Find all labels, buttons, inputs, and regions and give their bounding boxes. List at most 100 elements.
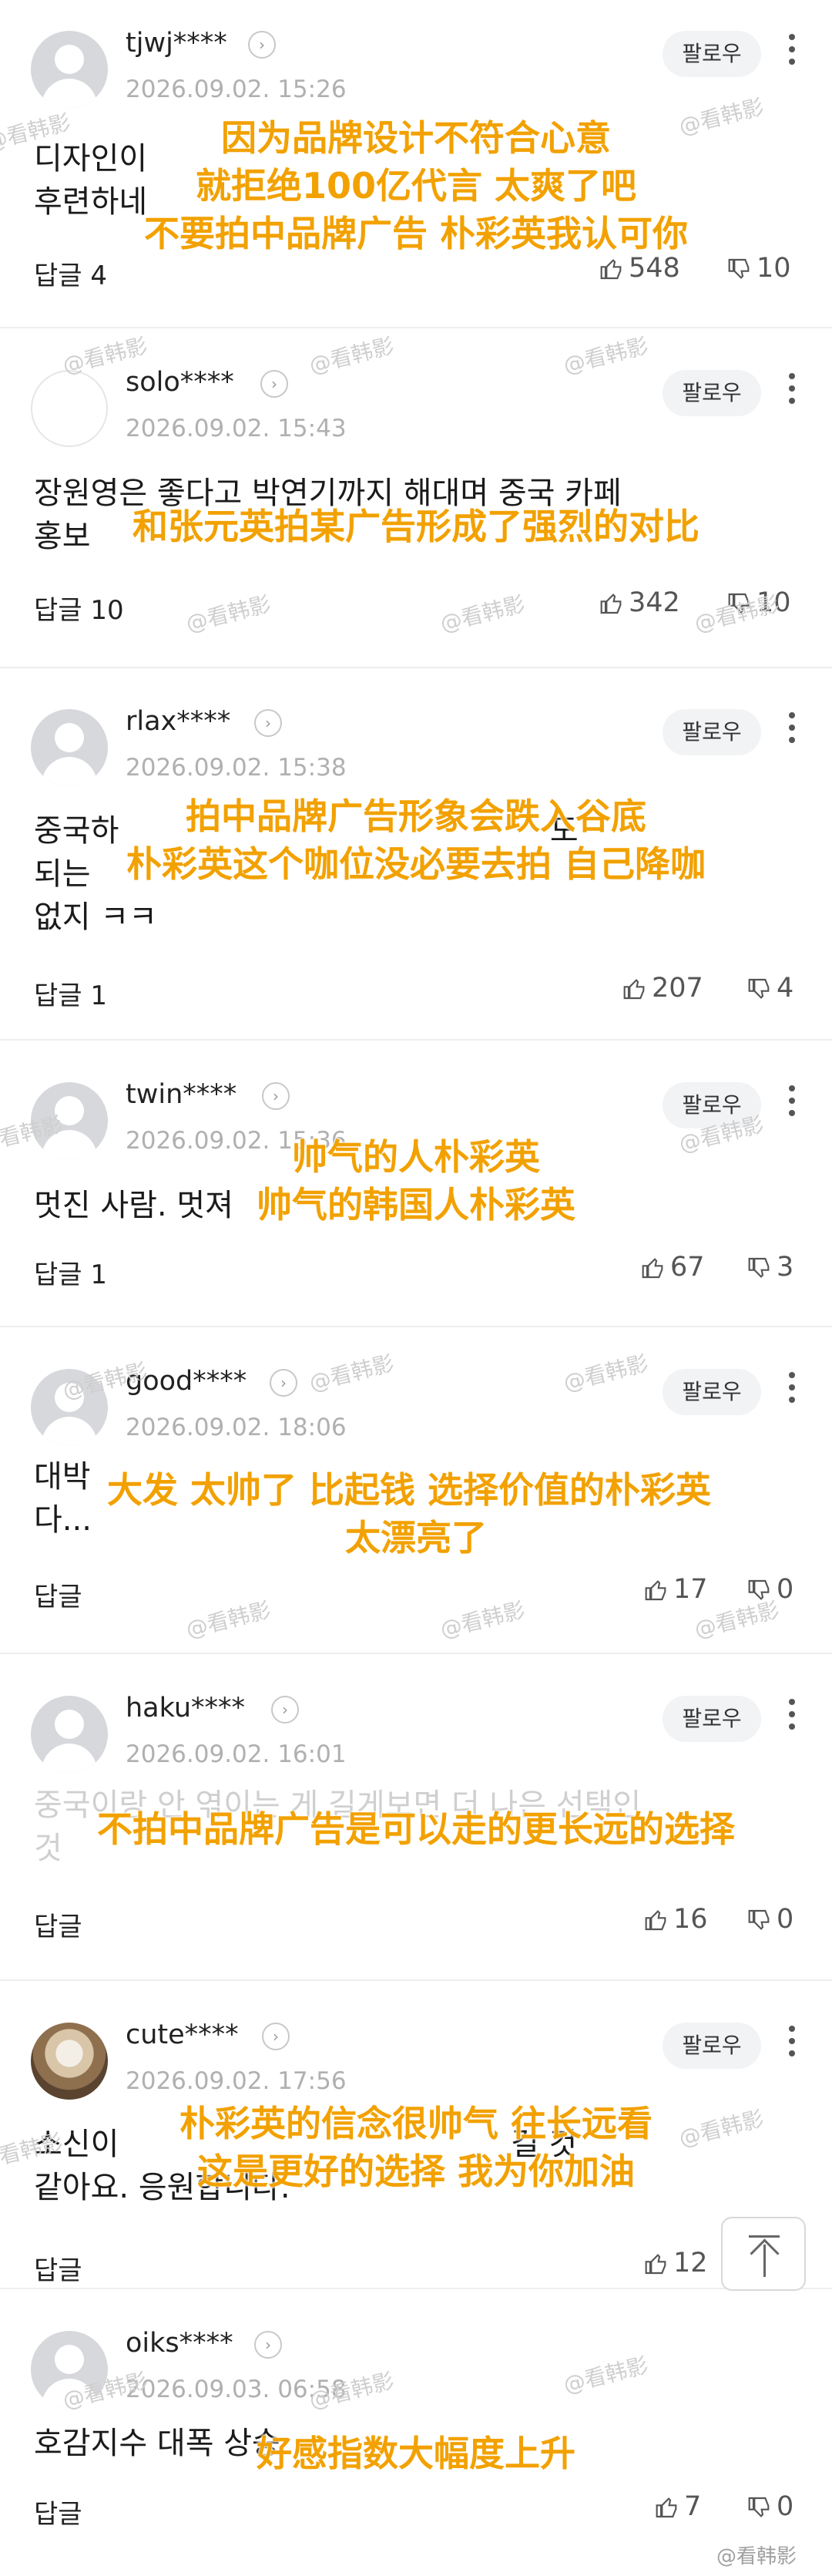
divider [0, 1979, 832, 1981]
like-count: 548 [629, 253, 680, 284]
footer-watermark: @看韩影 [716, 2545, 797, 2568]
avatar[interactable] [31, 370, 108, 447]
divider [0, 2288, 832, 2289]
like-count: 16 [673, 1904, 708, 1935]
divider [0, 1653, 832, 1654]
dislike-button[interactable]: 0 [747, 2490, 793, 2524]
reply-button[interactable]: 답글 [34, 2249, 82, 2287]
timestamp: 2026.09.02. 16:01 [126, 1740, 347, 1768]
thumbs-down-icon [728, 258, 750, 279]
dislike-count: 0 [777, 1904, 794, 1935]
thumbs-up-icon [645, 2254, 666, 2275]
comment-item: tjwj**** › 2026.09.02. 15:26 팔로우 디자인이 후련… [0, 0, 832, 327]
dislike-button[interactable]: 4 [747, 971, 793, 1005]
more-options-icon[interactable] [786, 368, 798, 415]
reply-button[interactable]: 답글 4 [34, 254, 107, 292]
like-count: 342 [629, 587, 680, 618]
follow-button[interactable]: 팔로우 [663, 31, 761, 77]
chevron-right-icon[interactable]: › [271, 1696, 299, 1723]
reply-button[interactable]: 답글 [34, 1905, 82, 1943]
divider [0, 667, 832, 668]
timestamp: 2026.09.02. 18:06 [126, 1414, 347, 1441]
dislike-count: 0 [777, 2491, 794, 2522]
comment-item: rlax**** › 2026.09.02. 15:38 팔로우 중국하 도 되… [0, 678, 832, 1039]
username[interactable]: oiks**** [126, 2328, 233, 2359]
username[interactable]: solo**** [126, 367, 234, 398]
like-button[interactable]: 7 [655, 2490, 701, 2524]
timestamp: 2026.09.02. 15:43 [126, 415, 347, 442]
thumbs-down-icon [748, 1257, 770, 1278]
thumbs-up-icon [600, 259, 622, 280]
scroll-to-top-button[interactable] [721, 2217, 806, 2291]
thumbs-up-icon [656, 2497, 677, 2518]
username[interactable]: haku**** [126, 1693, 245, 1723]
dislike-button[interactable]: 0 [747, 1902, 793, 1936]
like-count: 12 [673, 2248, 708, 2278]
dislike-count: 0 [777, 1574, 794, 1605]
subtitle-overlay: 大发 太帅了 比起钱 选择价值的朴彩英 太漂亮了 [106, 1469, 712, 1559]
divider [0, 1039, 832, 1041]
reply-button[interactable]: 답글 1 [34, 974, 107, 1012]
avatar[interactable] [31, 709, 108, 786]
reply-button[interactable]: 답글 1 [34, 1253, 107, 1291]
chevron-right-icon[interactable]: › [262, 1082, 290, 1110]
subtitle-overlay: 和张元英拍某广告形成了强烈的对比 [133, 506, 699, 547]
subtitle-overlay: 拍中品牌广告形象会跌入谷底 朴彩英这个咖位没必要去拍 自己降咖 [126, 795, 706, 885]
like-count: 207 [652, 973, 703, 1004]
username[interactable]: rlax**** [126, 706, 230, 737]
more-options-icon[interactable] [786, 708, 798, 754]
reply-button[interactable]: 답글 [34, 2493, 82, 2531]
subtitle-overlay: 不拍中品牌广告是可以走的更长远的选择 [97, 1808, 735, 1850]
like-button[interactable]: 207 [622, 971, 703, 1005]
thumbs-up-icon [645, 1910, 666, 1931]
chevron-right-icon[interactable]: › [254, 2331, 282, 2359]
thumbs-down-icon [748, 2497, 770, 2517]
like-button[interactable]: 342 [599, 586, 680, 620]
like-count: 17 [673, 1574, 708, 1605]
more-options-icon[interactable] [786, 29, 798, 76]
subtitle-overlay: 因为品牌设计不符合心意 就拒绝100亿代言 太爽了吧 不要拍中品牌广告 朴彩英我… [143, 117, 688, 254]
thumbs-up-icon [600, 594, 622, 614]
chevron-right-icon[interactable]: › [270, 1369, 297, 1397]
dislike-count: 4 [777, 973, 794, 1004]
timestamp: 2026.09.02. 15:38 [126, 754, 347, 782]
more-options-icon[interactable] [786, 1367, 798, 1414]
timestamp: 2026.09.02. 17:56 [126, 2067, 347, 2095]
thumbs-down-icon [748, 978, 770, 999]
follow-button[interactable]: 팔로우 [663, 2023, 761, 2069]
chevron-right-icon[interactable]: › [260, 370, 288, 398]
divider [0, 1326, 832, 1327]
chevron-right-icon[interactable]: › [262, 2023, 290, 2050]
subtitle-overlay: 朴彩英的信念很帅气 往长远看 这是更好的选择 我为你加油 [179, 2103, 653, 2192]
username[interactable]: cute**** [126, 2019, 239, 2050]
reply-button[interactable]: 답글 10 [34, 589, 124, 627]
follow-button[interactable]: 팔로우 [663, 1369, 761, 1415]
divider [0, 327, 832, 328]
dislike-count: 10 [757, 253, 791, 284]
comment-item: oiks**** › 2026.09.03. 06:58 팔로우 호감지수 대폭… [0, 2300, 832, 2554]
like-button[interactable]: 16 [644, 1902, 708, 1936]
more-options-icon[interactable] [786, 1081, 798, 1127]
like-button[interactable]: 12 [644, 2246, 708, 2280]
follow-button[interactable]: 팔로우 [663, 709, 761, 755]
more-options-icon[interactable] [786, 2021, 798, 2067]
follow-button[interactable]: 팔로우 [663, 1696, 761, 1742]
like-button[interactable]: 17 [644, 1572, 708, 1606]
username[interactable]: tjwj**** [126, 28, 227, 59]
thumbs-down-icon [748, 1909, 770, 1930]
more-options-icon[interactable] [786, 1694, 798, 1740]
timestamp: 2026.09.02. 15:26 [126, 76, 347, 103]
like-count: 7 [684, 2491, 702, 2522]
follow-button[interactable]: 팔로우 [663, 370, 761, 416]
like-button[interactable]: 67 [641, 1250, 705, 1284]
reply-button[interactable]: 답글 [34, 1576, 82, 1613]
chevron-right-icon[interactable]: › [248, 31, 276, 59]
chevron-right-icon[interactable]: › [254, 709, 282, 737]
avatar[interactable] [31, 1696, 108, 1773]
comment-item: haku**** › 2026.09.02. 16:01 팔로우 중국이랑 안 … [0, 1665, 832, 1979]
avatar[interactable] [31, 31, 108, 108]
dislike-button[interactable]: 3 [747, 1250, 793, 1284]
subtitle-overlay: 好感指数大幅度上升 [257, 2433, 575, 2474]
avatar[interactable] [31, 2023, 108, 2100]
username[interactable]: twin**** [126, 1079, 237, 1110]
